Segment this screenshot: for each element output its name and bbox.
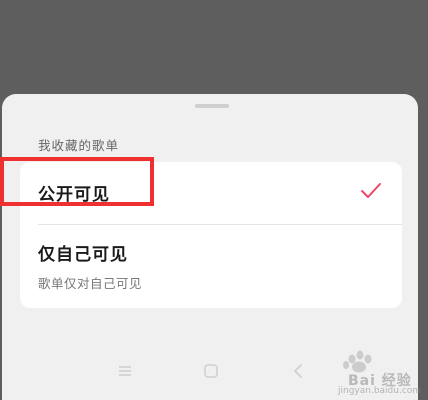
option-private-description: 歌单仅对自己可见	[38, 276, 143, 291]
home-icon[interactable]	[202, 362, 220, 380]
drag-handle[interactable]	[195, 104, 229, 108]
section-title: 我收藏的歌单	[38, 138, 120, 153]
back-icon[interactable]	[290, 362, 308, 380]
option-private[interactable]: 仅自己可见 歌单仅对自己可见	[20, 224, 402, 308]
check-icon	[361, 183, 381, 198]
menu-icon[interactable]	[116, 362, 134, 380]
annotation-highlight-box	[0, 157, 154, 206]
watermark-url: jingyan.baidu.com	[338, 386, 422, 396]
option-private-label: 仅自己可见	[38, 245, 128, 265]
